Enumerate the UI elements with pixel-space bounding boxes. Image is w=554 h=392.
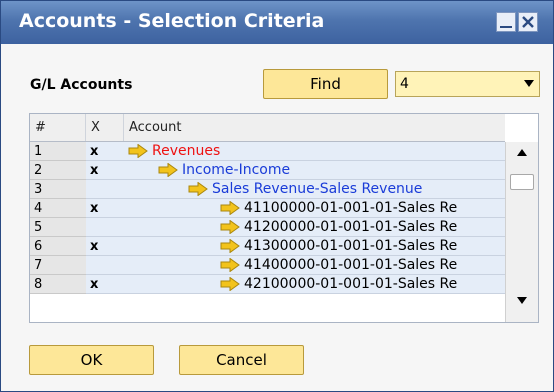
close-icon[interactable]: [518, 12, 538, 32]
row-number-cell[interactable]: 4: [30, 199, 86, 218]
row-number-cell[interactable]: 6: [30, 237, 86, 256]
arrow-right-icon[interactable]: [220, 258, 240, 272]
table-row[interactable]: 8 x 42100000-01-001-01-Sales Re: [30, 275, 505, 294]
find-button[interactable]: Find: [263, 69, 388, 99]
arrow-right-icon[interactable]: [220, 220, 240, 234]
account-name: 41100000-01-001-01-Sales Re: [244, 200, 458, 216]
row-selected-cell[interactable]: [86, 180, 124, 199]
scroll-thumb[interactable]: [510, 174, 534, 190]
row-selected-cell[interactable]: x: [86, 142, 124, 161]
arrow-right-icon[interactable]: [220, 201, 240, 215]
minimize-icon[interactable]: [496, 12, 516, 32]
account-name: 42100000-01-001-01-Sales Re: [244, 276, 458, 292]
table-row[interactable]: 6 x 41300000-01-001-01-Sales Re: [30, 237, 505, 256]
scroll-up-icon[interactable]: [517, 149, 527, 156]
account-cell[interactable]: 41400000-01-001-01-Sales Re: [124, 256, 505, 275]
level-dropdown[interactable]: 4: [395, 71, 540, 97]
table-row[interactable]: 3 Sales Revenue-Sales Revenue: [30, 180, 505, 199]
table-row[interactable]: 1 x Revenues: [30, 142, 505, 161]
find-button-label: Find: [310, 75, 341, 93]
ok-button[interactable]: OK: [29, 345, 154, 375]
account-cell[interactable]: 41200000-01-001-01-Sales Re: [124, 218, 505, 237]
cancel-button[interactable]: Cancel: [179, 345, 304, 375]
account-name: Income-Income: [182, 162, 291, 178]
account-name: Revenues: [152, 143, 221, 159]
arrow-right-icon[interactable]: [188, 182, 208, 196]
arrow-right-icon[interactable]: [128, 144, 148, 158]
account-name: 41400000-01-001-01-Sales Re: [244, 257, 458, 273]
account-cell[interactable]: Revenues: [124, 142, 505, 161]
scroll-down-icon[interactable]: [517, 297, 527, 304]
column-header-account[interactable]: Account: [124, 114, 505, 141]
row-number-cell[interactable]: 3: [30, 180, 86, 199]
table-row[interactable]: 5 41200000-01-001-01-Sales Re: [30, 218, 505, 237]
table-row[interactable]: 2 x Income-Income: [30, 161, 505, 180]
chevron-down-icon[interactable]: [524, 80, 534, 87]
table-row[interactable]: 4 x 41100000-01-001-01-Sales Re: [30, 199, 505, 218]
row-number-cell[interactable]: 2: [30, 161, 86, 180]
row-number-cell[interactable]: 8: [30, 275, 86, 294]
row-selected-cell[interactable]: [86, 256, 124, 275]
account-name: Sales Revenue-Sales Revenue: [212, 181, 423, 197]
title-bar[interactable]: Accounts - Selection Criteria: [1, 1, 553, 44]
row-selected-cell[interactable]: x: [86, 237, 124, 256]
row-selected-cell[interactable]: [86, 218, 124, 237]
arrow-right-icon[interactable]: [220, 277, 240, 291]
cancel-button-label: Cancel: [216, 351, 267, 369]
vertical-scrollbar[interactable]: [505, 142, 538, 322]
row-selected-cell[interactable]: x: [86, 275, 124, 294]
level-dropdown-value: 4: [400, 76, 409, 92]
row-selected-cell[interactable]: x: [86, 199, 124, 218]
account-cell[interactable]: 42100000-01-001-01-Sales Re: [124, 275, 505, 294]
table-header: # X Account: [30, 114, 505, 142]
window-title: Accounts - Selection Criteria: [19, 10, 325, 32]
arrow-right-icon[interactable]: [158, 163, 178, 177]
row-number-cell[interactable]: 1: [30, 142, 86, 161]
row-number-cell[interactable]: 7: [30, 256, 86, 275]
account-name: 41300000-01-001-01-Sales Re: [244, 238, 458, 254]
arrow-right-icon[interactable]: [220, 239, 240, 253]
row-number-cell[interactable]: 5: [30, 218, 86, 237]
column-header-number[interactable]: #: [30, 114, 86, 141]
table-row[interactable]: 7 41400000-01-001-01-Sales Re: [30, 256, 505, 275]
account-cell[interactable]: 41300000-01-001-01-Sales Re: [124, 237, 505, 256]
accounts-table: # X Account 1 x Revenues 2 x Income-Income 3 Sa…: [29, 113, 539, 323]
ok-button-label: OK: [80, 351, 103, 369]
gl-accounts-label: G/L Accounts: [30, 77, 133, 93]
account-name: 41200000-01-001-01-Sales Re: [244, 219, 458, 235]
account-cell[interactable]: Sales Revenue-Sales Revenue: [124, 180, 505, 199]
dialog-window: Accounts - Selection Criteria G/L Accoun…: [0, 0, 554, 392]
account-cell[interactable]: Income-Income: [124, 161, 505, 180]
column-header-x[interactable]: X: [86, 114, 124, 141]
account-cell[interactable]: 41100000-01-001-01-Sales Re: [124, 199, 505, 218]
row-selected-cell[interactable]: x: [86, 161, 124, 180]
